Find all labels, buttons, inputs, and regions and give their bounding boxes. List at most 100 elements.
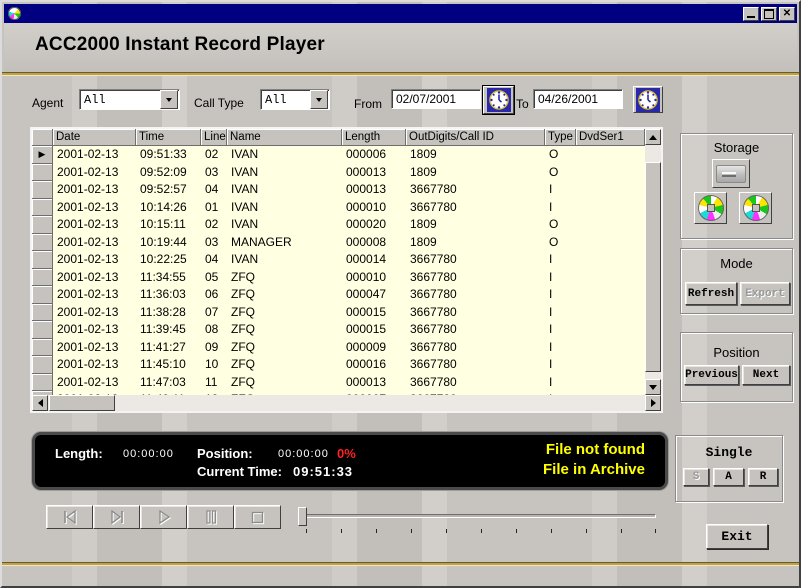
table-cell[interactable] — [576, 269, 645, 287]
exit-button[interactable]: Exit — [706, 524, 768, 549]
row-selector-cell[interactable] — [32, 216, 53, 234]
table-cell[interactable]: 2001-02-13 — [53, 164, 136, 182]
chevron-down-icon[interactable] — [160, 90, 178, 109]
table-cell[interactable]: ZFQ — [227, 339, 342, 357]
table-cell[interactable]: 2001-02-13 — [53, 234, 136, 252]
table-cell[interactable]: 11:38:28 — [136, 304, 201, 322]
table-cell[interactable]: 2001-02-13 — [53, 251, 136, 269]
table-row[interactable]: 2001-02-1311:38:2807ZFQ0000153667780I — [32, 304, 645, 322]
table-cell[interactable] — [576, 234, 645, 252]
scroll-left-button[interactable] — [32, 395, 48, 411]
table-cell[interactable]: 000013 — [342, 164, 406, 182]
table-cell[interactable]: 08 — [201, 321, 227, 339]
table-cell[interactable]: O — [545, 216, 576, 234]
titlebar[interactable]: ✕ — [4, 4, 797, 23]
table-cell[interactable]: O — [545, 146, 576, 164]
table-cell[interactable]: 000016 — [342, 356, 406, 374]
table-cell[interactable]: ZFQ — [227, 304, 342, 322]
table-cell[interactable]: IVAN — [227, 181, 342, 199]
column-header-outdigits-call-id[interactable]: OutDigits/Call ID — [406, 129, 545, 146]
slider-thumb[interactable] — [298, 507, 307, 526]
table-cell[interactable]: I — [545, 286, 576, 304]
table-cell[interactable]: 2001-02-13 — [53, 181, 136, 199]
table-cell[interactable]: I — [545, 269, 576, 287]
table-cell[interactable] — [576, 356, 645, 374]
table-cell[interactable]: ZFQ — [227, 374, 342, 392]
skip-to-end-button[interactable] — [93, 505, 140, 529]
table-row[interactable]: 2001-02-1309:52:5704IVAN0000133667780I — [32, 181, 645, 199]
row-selector-cell[interactable] — [32, 199, 53, 217]
table-cell[interactable]: O — [545, 234, 576, 252]
table-row[interactable]: 2001-02-1310:14:2601IVAN0000103667780I — [32, 199, 645, 217]
row-selector-cell[interactable] — [32, 356, 53, 374]
table-cell[interactable]: 2001-02-13 — [53, 269, 136, 287]
table-cell[interactable] — [576, 286, 645, 304]
cd-archive-button-2[interactable] — [739, 192, 772, 224]
horizontal-scrollbar[interactable] — [32, 395, 661, 411]
vertical-scrollbar-thumb[interactable] — [645, 162, 661, 372]
table-cell[interactable]: 000020 — [342, 216, 406, 234]
table-cell[interactable]: 000015 — [342, 321, 406, 339]
play-button[interactable] — [140, 505, 187, 529]
table-cell[interactable]: 10 — [201, 356, 227, 374]
table-cell[interactable]: 3667780 — [406, 199, 545, 217]
table-cell[interactable]: 11:47:03 — [136, 374, 201, 392]
chevron-down-icon[interactable] — [310, 90, 328, 109]
table-cell[interactable]: IVAN — [227, 146, 342, 164]
table-cell[interactable]: 3667780 — [406, 356, 545, 374]
table-cell[interactable]: MANAGER — [227, 234, 342, 252]
table-cell[interactable]: 11:34:55 — [136, 269, 201, 287]
vertical-scrollbar[interactable] — [645, 129, 661, 395]
table-cell[interactable]: ZFQ — [227, 286, 342, 304]
table-cell[interactable] — [576, 216, 645, 234]
table-cell[interactable]: 3667780 — [406, 339, 545, 357]
close-button[interactable]: ✕ — [779, 7, 795, 21]
column-header-time[interactable]: Time — [136, 129, 201, 146]
table-row[interactable]: 2001-02-1310:22:2504IVAN0000143667780I — [32, 251, 645, 269]
table-cell[interactable]: 02 — [201, 216, 227, 234]
table-cell[interactable]: I — [545, 304, 576, 322]
table-cell[interactable]: 000014 — [342, 251, 406, 269]
table-cell[interactable]: 3667780 — [406, 269, 545, 287]
table-cell[interactable]: ZFQ — [227, 321, 342, 339]
column-header-dvdser1[interactable]: DvdSer1 — [576, 129, 645, 146]
table-row[interactable]: 2001-02-1311:45:1010ZFQ0000163667780I — [32, 356, 645, 374]
table-cell[interactable]: 3667780 — [406, 321, 545, 339]
table-cell[interactable]: 05 — [201, 269, 227, 287]
table-cell[interactable]: 2001-02-13 — [53, 146, 136, 164]
table-cell[interactable]: 000047 — [342, 286, 406, 304]
table-cell[interactable]: 04 — [201, 251, 227, 269]
table-cell[interactable]: I — [545, 356, 576, 374]
table-cell[interactable]: 1809 — [406, 164, 545, 182]
table-cell[interactable]: 09:52:57 — [136, 181, 201, 199]
table-cell[interactable]: 000013 — [342, 374, 406, 392]
single-r-button[interactable]: R — [748, 468, 778, 486]
table-cell[interactable]: 10:19:44 — [136, 234, 201, 252]
row-selector-cell[interactable] — [32, 321, 53, 339]
from-date-picker-button[interactable] — [483, 86, 514, 114]
table-cell[interactable]: 07 — [201, 304, 227, 322]
table-cell[interactable]: 03 — [201, 164, 227, 182]
table-cell[interactable]: I — [545, 374, 576, 392]
table-row[interactable]: 2001-02-1311:39:4508ZFQ0000153667780I — [32, 321, 645, 339]
table-cell[interactable] — [576, 374, 645, 392]
table-row[interactable]: 2001-02-1311:36:0306ZFQ0000473667780I — [32, 286, 645, 304]
table-cell[interactable]: 2001-02-13 — [53, 321, 136, 339]
table-cell[interactable] — [576, 251, 645, 269]
row-selector-cell[interactable] — [32, 251, 53, 269]
table-cell[interactable]: 000008 — [342, 234, 406, 252]
export-button[interactable]: Export — [740, 282, 790, 305]
scroll-up-button[interactable] — [645, 129, 661, 145]
table-cell[interactable]: 09:51:33 — [136, 146, 201, 164]
row-selector-cell[interactable] — [32, 339, 53, 357]
table-cell[interactable] — [576, 164, 645, 182]
table-row[interactable]: 2001-02-1311:34:5505ZFQ0000103667780I — [32, 269, 645, 287]
table-cell[interactable]: 2001-02-13 — [53, 304, 136, 322]
table-row[interactable]: 2001-02-1311:41:2709ZFQ0000093667780I — [32, 339, 645, 357]
table-cell[interactable]: 000013 — [342, 181, 406, 199]
table-row[interactable]: 2001-02-1311:47:0311ZFQ0000133667780I — [32, 374, 645, 392]
row-selector-cell[interactable] — [32, 234, 53, 252]
table-cell[interactable]: 2001-02-13 — [53, 339, 136, 357]
agent-select[interactable]: All — [79, 89, 180, 110]
row-selector-cell[interactable] — [32, 286, 53, 304]
